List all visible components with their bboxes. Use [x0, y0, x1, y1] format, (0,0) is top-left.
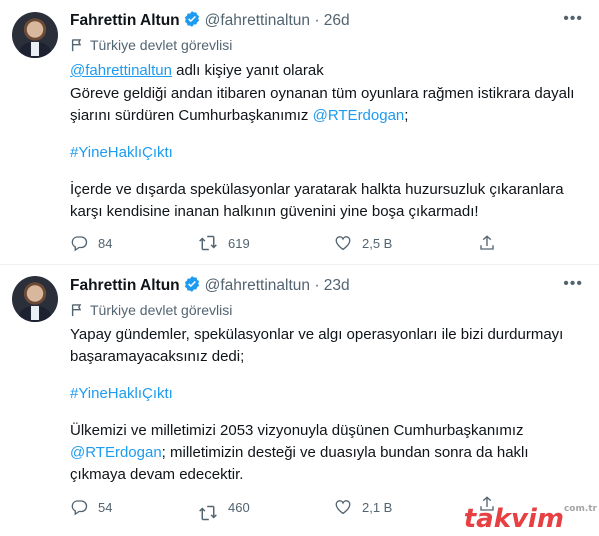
author-handle[interactable]: @fahrettinaltun — [205, 277, 310, 294]
tweet-2[interactable]: Fahrettin Altun @fahrettinaltun · 23d •••… — [0, 265, 599, 536]
account-label-text: Türkiye devlet görevlisi — [90, 37, 233, 53]
reply-context-text: adlı kişiye yanıt olarak — [171, 62, 324, 79]
retweet-button[interactable]: 619 — [198, 234, 250, 252]
tweet-header: Fahrettin Altun @fahrettinaltun · 26d — [70, 10, 350, 31]
tweet-timestamp[interactable]: 23d — [324, 277, 350, 294]
hashtag-link[interactable]: #YineHaklıÇıktı — [70, 143, 173, 163]
reply-context: @fahrettinaltun adlı kişiye yanıt olarak — [70, 61, 324, 81]
flag-icon — [71, 304, 82, 317]
tweet-text-line: İçerde ve dışarda spekülasyonlar yaratar… — [70, 181, 564, 198]
author-name[interactable]: Fahrettin Altun — [70, 277, 180, 294]
more-icon[interactable]: ••• — [563, 275, 583, 293]
tweet-text-line: Göreve geldiği andan itibaren oynanan tü… — [70, 85, 575, 102]
tweet-text: ; — [404, 107, 409, 124]
account-label: Türkiye devlet görevlisi — [70, 301, 232, 319]
flag-icon — [71, 39, 82, 52]
mention-link[interactable]: @RTErdogan — [313, 107, 405, 124]
like-count: 2,5 B — [362, 235, 393, 251]
more-icon[interactable]: ••• — [563, 10, 583, 28]
tweet-text-line: Ülkemizi ve milletimizi 2053 vizyonuyla … — [70, 422, 524, 439]
hashtag-link[interactable]: #YineHaklıÇıktı — [70, 384, 173, 404]
verified-badge-icon — [184, 276, 199, 292]
reply-icon — [71, 236, 88, 252]
reply-count: 84 — [98, 235, 113, 251]
tweet-text-line: @RTErdogan; milletimizin desteği ve duas… — [70, 443, 529, 463]
takvim-watermark-logo: takvimcom.tr — [464, 504, 597, 534]
watermark-tld: com.tr — [563, 504, 597, 514]
author-name[interactable]: Fahrettin Altun — [70, 12, 180, 29]
reply-button[interactable]: 54 — [70, 498, 112, 516]
tweet-text-line: karşı kendisine inanan halkının güvenini… — [70, 203, 479, 220]
retweet-count: 460 — [228, 499, 250, 515]
separator-dot: · — [314, 277, 320, 294]
tweet-text-line: başaramayacaksınız dedi; — [70, 348, 245, 365]
like-icon — [335, 236, 351, 251]
author-handle[interactable]: @fahrettinaltun — [205, 12, 310, 29]
tweet-1[interactable]: Fahrettin Altun @fahrettinaltun · 26d •••… — [0, 0, 599, 265]
tweet-text: şiarını sürdüren Cumhurbaşkanımız — [70, 107, 313, 124]
share-icon — [480, 235, 494, 250]
reply-icon — [71, 500, 88, 516]
reply-mention-link[interactable]: @fahrettinaltun — [70, 62, 172, 79]
mention-link[interactable]: @RTErdogan — [70, 444, 162, 461]
tweet-text-line: Yapay gündemler, spekülasyonlar ve algı … — [70, 326, 564, 343]
reply-button[interactable]: 84 — [70, 234, 112, 252]
like-icon — [335, 500, 351, 515]
verified-badge-icon — [184, 11, 199, 27]
like-button[interactable]: 2,5 B — [334, 234, 392, 252]
reply-count: 54 — [98, 499, 113, 515]
tweet-text-line: çıkmaya devam edecektir. — [70, 466, 244, 483]
tweet-text: ; milletimizin desteği ve duasıyla bunda… — [161, 444, 529, 461]
retweet-button[interactable]: 460 — [198, 492, 250, 522]
retweet-count: 619 — [228, 235, 250, 251]
like-count: 2,1 B — [362, 499, 393, 515]
watermark-brand: takvim — [463, 504, 564, 534]
account-label-text: Türkiye devlet görevlisi — [90, 302, 233, 318]
retweet-icon — [199, 235, 217, 251]
like-button[interactable]: 2,1 B — [334, 498, 392, 516]
retweet-icon — [199, 505, 217, 521]
avatar[interactable] — [12, 12, 58, 58]
share-button[interactable] — [478, 234, 506, 252]
tweet-header: Fahrettin Altun @fahrettinaltun · 23d — [70, 275, 350, 296]
tweet-timestamp[interactable]: 26d — [324, 12, 350, 29]
tweet-text-line: şiarını sürdüren Cumhurbaşkanımız @RTErd… — [70, 106, 408, 126]
separator-dot: · — [314, 12, 320, 29]
avatar[interactable] — [12, 276, 58, 322]
account-label: Türkiye devlet görevlisi — [70, 36, 232, 54]
